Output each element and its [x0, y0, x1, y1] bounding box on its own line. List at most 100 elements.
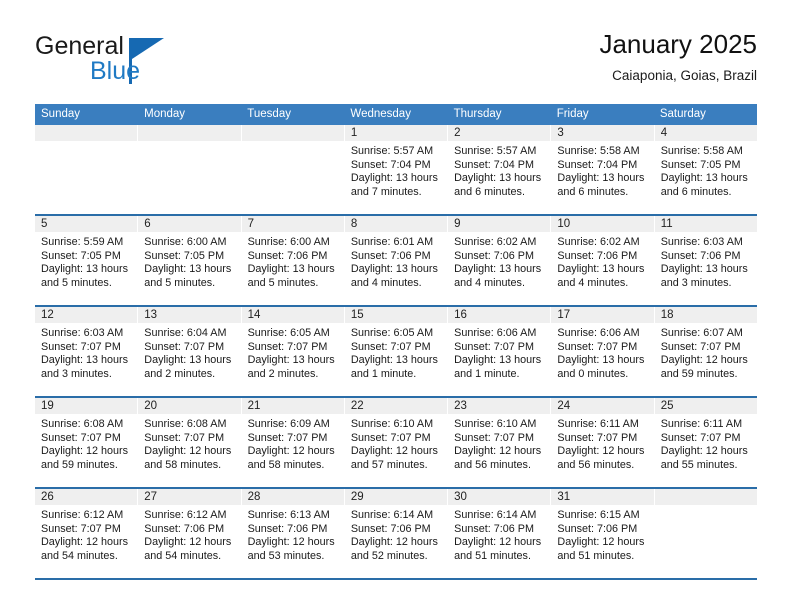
sunrise-text: Sunrise: 6:12 AM [41, 509, 124, 521]
day-number: 26 [35, 489, 138, 505]
day-details: Sunrise: 6:03 AM Sunset: 7:07 PM Daylight:… [35, 323, 137, 381]
page-header: General Blue January 2025 Caiaponia, Goi… [35, 28, 757, 98]
general-blue-logo[interactable]: General Blue [35, 32, 255, 90]
calendar-day-cell[interactable]: 29 Sunrise: 6:14 AM Sunset: 7:06 PM Dayligh… [344, 489, 449, 578]
day-details: Sunrise: 6:08 AM Sunset: 7:07 PM Daylight:… [35, 414, 137, 472]
sunset-text: Sunset: 7:04 PM [557, 158, 638, 171]
calendar-day-cell[interactable]: 13 Sunrise: 6:04 AM Sunset: 7:07 PM Dayligh… [138, 307, 242, 396]
day-details: Sunrise: 6:04 AM Sunset: 7:07 PM Daylight:… [138, 323, 240, 381]
sunrise-text: Sunrise: 6:11 AM [557, 418, 639, 430]
sunset-text: Sunset: 7:07 PM [41, 340, 121, 353]
calendar-day-cell[interactable]: 11 Sunrise: 6:03 AM Sunset: 7:06 PM Dayligh… [654, 216, 757, 305]
calendar-day-cell[interactable]: 9 Sunrise: 6:02 AM Sunset: 7:06 PM Daylight… [448, 216, 552, 305]
day-number: 15 [344, 307, 448, 323]
daylight-text: Daylight: 13 hours [350, 354, 438, 367]
calendar-page: General Blue January 2025 Caiaponia, Goi… [0, 0, 792, 612]
calendar-day-cell[interactable]: 27 Sunrise: 6:12 AM Sunset: 7:06 PM Dayligh… [138, 489, 242, 578]
daylight-text-cont: and 59 minutes. [660, 367, 738, 380]
calendar-day-cell[interactable]: 4 Sunrise: 5:58 AM Sunset: 7:05 PM Daylight… [654, 125, 757, 214]
daylight-text: Daylight: 13 hours [350, 172, 438, 185]
day-number [241, 125, 344, 141]
sunset-text: Sunset: 7:06 PM [454, 522, 534, 535]
sunrise-text: Sunrise: 6:03 AM [660, 236, 743, 248]
day-number [654, 489, 757, 505]
calendar-day-cell[interactable]: 15 Sunrise: 6:05 AM Sunset: 7:07 PM Dayligh… [344, 307, 449, 396]
calendar-day-cell[interactable]: 2 Sunrise: 5:57 AM Sunset: 7:04 PM Daylight… [448, 125, 552, 214]
daylight-text-cont: and 1 minute. [350, 367, 417, 380]
sunrise-text: Sunrise: 6:00 AM [144, 236, 227, 248]
calendar-day-cell-empty [654, 489, 757, 578]
sunset-text: Sunset: 7:07 PM [454, 340, 534, 353]
sunrise-text: Sunrise: 6:02 AM [557, 236, 640, 248]
day-details: Sunrise: 6:00 AM Sunset: 7:05 PM Daylight:… [138, 232, 240, 290]
day-details: Sunrise: 5:59 AM Sunset: 7:05 PM Daylight:… [35, 232, 137, 290]
calendar-day-cell[interactable]: 28 Sunrise: 6:13 AM Sunset: 7:06 PM Dayligh… [241, 489, 345, 578]
sunrise-text: Sunrise: 5:57 AM [350, 145, 434, 157]
calendar-bottom-rule [35, 578, 757, 580]
day-details [138, 141, 240, 145]
sunrise-text: Sunrise: 6:01 AM [350, 236, 434, 248]
calendar-day-cell[interactable]: 3 Sunrise: 5:58 AM Sunset: 7:04 PM Daylight… [551, 125, 655, 214]
day-number: 30 [448, 489, 551, 505]
calendar-day-cell[interactable]: 25 Sunrise: 6:11 AM Sunset: 7:07 PM Dayligh… [654, 398, 757, 487]
daylight-text-cont: and 58 minutes. [247, 458, 325, 471]
weekday-thursday: Thursday [453, 108, 502, 120]
calendar-day-cell[interactable]: 10 Sunrise: 6:02 AM Sunset: 7:06 PM Dayligh… [551, 216, 655, 305]
daylight-text-cont: and 2 minutes. [144, 367, 216, 380]
calendar-day-cell[interactable]: 7 Sunrise: 6:00 AM Sunset: 7:06 PM Daylight… [241, 216, 345, 305]
sunrise-text: Sunrise: 5:58 AM [557, 145, 640, 157]
sunrise-text: Sunrise: 5:57 AM [454, 145, 537, 157]
calendar-day-cell[interactable]: 21 Sunrise: 6:09 AM Sunset: 7:07 PM Dayligh… [241, 398, 345, 487]
daylight-text: Daylight: 13 hours [557, 263, 645, 276]
daylight-text-cont: and 56 minutes. [454, 458, 531, 471]
calendar-day-cell[interactable]: 31 Sunrise: 6:15 AM Sunset: 7:06 PM Dayligh… [551, 489, 655, 578]
calendar-day-cell[interactable]: 26 Sunrise: 6:12 AM Sunset: 7:07 PM Dayligh… [35, 489, 139, 578]
daylight-text: Daylight: 13 hours [557, 354, 645, 367]
calendar-day-cell[interactable]: 1 Sunrise: 5:57 AM Sunset: 7:04 PM Daylight… [344, 125, 449, 214]
sunrise-text: Sunrise: 6:13 AM [247, 509, 330, 521]
calendar-week-row: 26 Sunrise: 6:12 AM Sunset: 7:07 PM Dayligh… [35, 487, 757, 578]
calendar-day-cell[interactable]: 18 Sunrise: 6:07 AM Sunset: 7:07 PM Dayligh… [654, 307, 757, 396]
sunrise-text: Sunrise: 6:10 AM [350, 418, 434, 430]
calendar-day-cell[interactable]: 16 Sunrise: 6:06 AM Sunset: 7:07 PM Dayligh… [448, 307, 552, 396]
calendar-day-cell[interactable]: 6 Sunrise: 6:00 AM Sunset: 7:05 PM Daylight… [138, 216, 242, 305]
sunrise-text: Sunrise: 6:06 AM [557, 327, 640, 339]
day-number: 31 [551, 489, 654, 505]
sunrise-text: Sunrise: 6:14 AM [454, 509, 537, 521]
daylight-text: Daylight: 12 hours [247, 445, 335, 458]
sunset-text: Sunset: 7:05 PM [41, 249, 121, 262]
sunrise-text: Sunrise: 6:02 AM [454, 236, 537, 248]
daylight-text: Daylight: 12 hours [557, 445, 645, 458]
day-number: 28 [241, 489, 344, 505]
daylight-text: Daylight: 13 hours [41, 263, 129, 276]
sunset-text: Sunset: 7:07 PM [454, 431, 534, 444]
daylight-text-cont: and 51 minutes. [454, 549, 531, 562]
daylight-text-cont: and 7 minutes. [350, 185, 422, 198]
calendar-day-cell[interactable]: 5 Sunrise: 5:59 AM Sunset: 7:05 PM Daylight… [35, 216, 139, 305]
calendar-day-cell[interactable]: 23 Sunrise: 6:10 AM Sunset: 7:07 PM Dayligh… [448, 398, 552, 487]
calendar-day-cell[interactable]: 20 Sunrise: 6:08 AM Sunset: 7:07 PM Dayligh… [138, 398, 242, 487]
calendar-day-cell[interactable]: 19 Sunrise: 6:08 AM Sunset: 7:07 PM Dayligh… [35, 398, 139, 487]
calendar-day-cell[interactable]: 17 Sunrise: 6:06 AM Sunset: 7:07 PM Dayligh… [551, 307, 655, 396]
sunset-text: Sunset: 7:07 PM [557, 431, 638, 444]
daylight-text: Daylight: 13 hours [350, 263, 438, 276]
calendar-day-cell[interactable]: 8 Sunrise: 6:01 AM Sunset: 7:06 PM Daylight… [344, 216, 449, 305]
day-number: 3 [551, 125, 654, 141]
calendar-day-cell[interactable]: 22 Sunrise: 6:10 AM Sunset: 7:07 PM Dayligh… [344, 398, 449, 487]
sunset-text: Sunset: 7:05 PM [660, 158, 741, 171]
day-details: Sunrise: 6:06 AM Sunset: 7:07 PM Daylight:… [551, 323, 653, 381]
calendar-day-cell-empty [241, 125, 345, 214]
sunset-text: Sunset: 7:06 PM [454, 249, 534, 262]
calendar-day-cell[interactable]: 30 Sunrise: 6:14 AM Sunset: 7:06 PM Dayligh… [448, 489, 552, 578]
weekday-wednesday: Wednesday [350, 108, 411, 120]
calendar-day-cell[interactable]: 12 Sunrise: 6:03 AM Sunset: 7:07 PM Dayligh… [35, 307, 139, 396]
daylight-text: Daylight: 12 hours [557, 536, 645, 549]
calendar-day-cell[interactable]: 14 Sunrise: 6:05 AM Sunset: 7:07 PM Dayligh… [241, 307, 345, 396]
daylight-text-cont: and 6 minutes. [660, 185, 732, 198]
sunset-text: Sunset: 7:07 PM [144, 431, 225, 444]
sunrise-text: Sunrise: 6:12 AM [144, 509, 227, 521]
title-block: January 2025 Caiaponia, Goias, Brazil [599, 28, 757, 86]
day-details: Sunrise: 6:06 AM Sunset: 7:07 PM Daylight:… [448, 323, 550, 381]
calendar-day-cell[interactable]: 24 Sunrise: 6:11 AM Sunset: 7:07 PM Dayligh… [551, 398, 655, 487]
daylight-text: Daylight: 12 hours [660, 354, 748, 367]
